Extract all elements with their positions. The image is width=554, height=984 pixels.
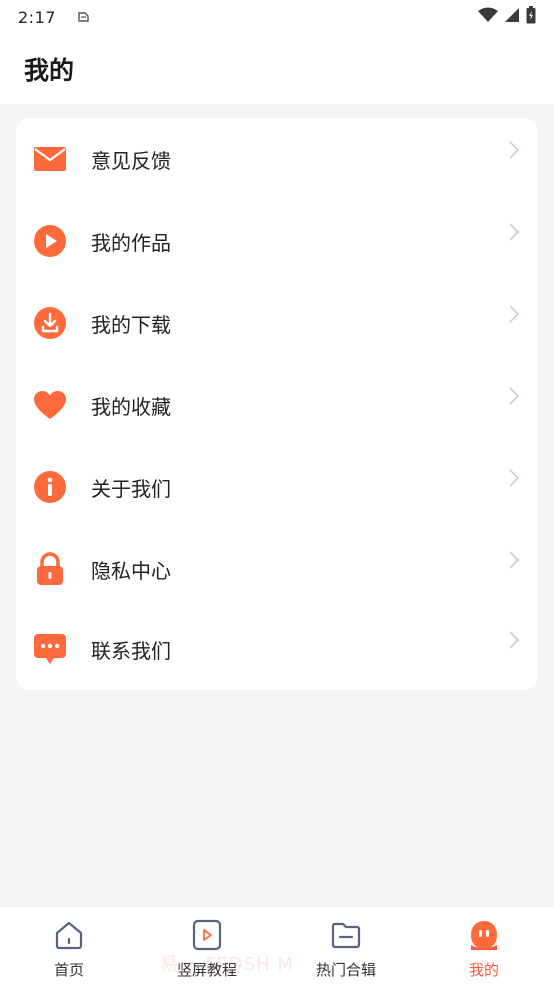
tab-mine[interactable]: 我的 (424, 907, 544, 984)
chevron-right-icon (508, 550, 520, 570)
heart-icon (33, 388, 67, 422)
chevron-right-icon (508, 386, 520, 406)
tab-label: 首页 (53, 961, 84, 979)
status-time: 2:17 (18, 7, 56, 27)
chevron-right-icon (508, 140, 520, 160)
chevron-right-icon (508, 304, 520, 324)
battery-icon (526, 6, 536, 28)
tab-label: 热门合辑 (315, 961, 376, 979)
page-title: 我的 (24, 56, 75, 85)
menu-item-my-works[interactable]: 我的作品 (16, 200, 538, 282)
chevron-right-icon (508, 222, 520, 242)
chat-icon (33, 632, 67, 666)
chevron-right-icon (508, 468, 520, 488)
folder-icon (330, 919, 362, 951)
menu-item-label: 我的收藏 (91, 394, 171, 419)
menu-item-label: 关于我们 (91, 476, 171, 501)
menu-card: 意见反馈 我的作品 我的下载 我的收藏 关于我们 隐私中心 联系我们 (16, 118, 538, 690)
mail-icon (33, 142, 67, 176)
video-icon (191, 919, 223, 951)
signal-icon (504, 7, 520, 27)
menu-item-label: 我的下载 (91, 312, 171, 337)
menu-item-favorites[interactable]: 我的收藏 (16, 364, 538, 446)
status-bar: 2:17 (0, 0, 554, 34)
info-icon (33, 470, 67, 504)
play-icon (33, 224, 67, 258)
menu-item-label: 隐私中心 (91, 558, 171, 583)
home-icon (53, 919, 85, 951)
tab-hot-collections[interactable]: 热门合辑 (286, 907, 406, 984)
lock-icon (33, 552, 67, 586)
chevron-right-icon (508, 630, 520, 650)
wifi-icon (478, 7, 498, 27)
menu-item-privacy-center[interactable]: 隐私中心 (16, 528, 538, 610)
tab-vertical-tutorials[interactable]: 竖屏教程 (147, 907, 267, 984)
tab-home[interactable]: 首页 (9, 907, 129, 984)
bottom-tab-bar: 首页 竖屏教程 热门合辑 我的 (0, 906, 554, 984)
menu-item-label: 联系我们 (91, 638, 171, 663)
tab-label: 我的 (468, 961, 499, 979)
download-icon (33, 306, 67, 340)
menu-item-contact-us[interactable]: 联系我们 (16, 608, 538, 690)
tab-label: 竖屏教程 (176, 961, 237, 979)
menu-item-about-us[interactable]: 关于我们 (16, 446, 538, 528)
notification-icon (76, 10, 90, 24)
status-icons (478, 6, 536, 28)
menu-item-downloads[interactable]: 我的下载 (16, 282, 538, 364)
menu-item-label: 意见反馈 (91, 148, 171, 173)
profile-icon (468, 919, 500, 951)
menu-item-label: 我的作品 (91, 230, 171, 255)
page-header: 我的 (0, 34, 554, 104)
menu-item-feedback[interactable]: 意见反馈 (16, 118, 538, 200)
